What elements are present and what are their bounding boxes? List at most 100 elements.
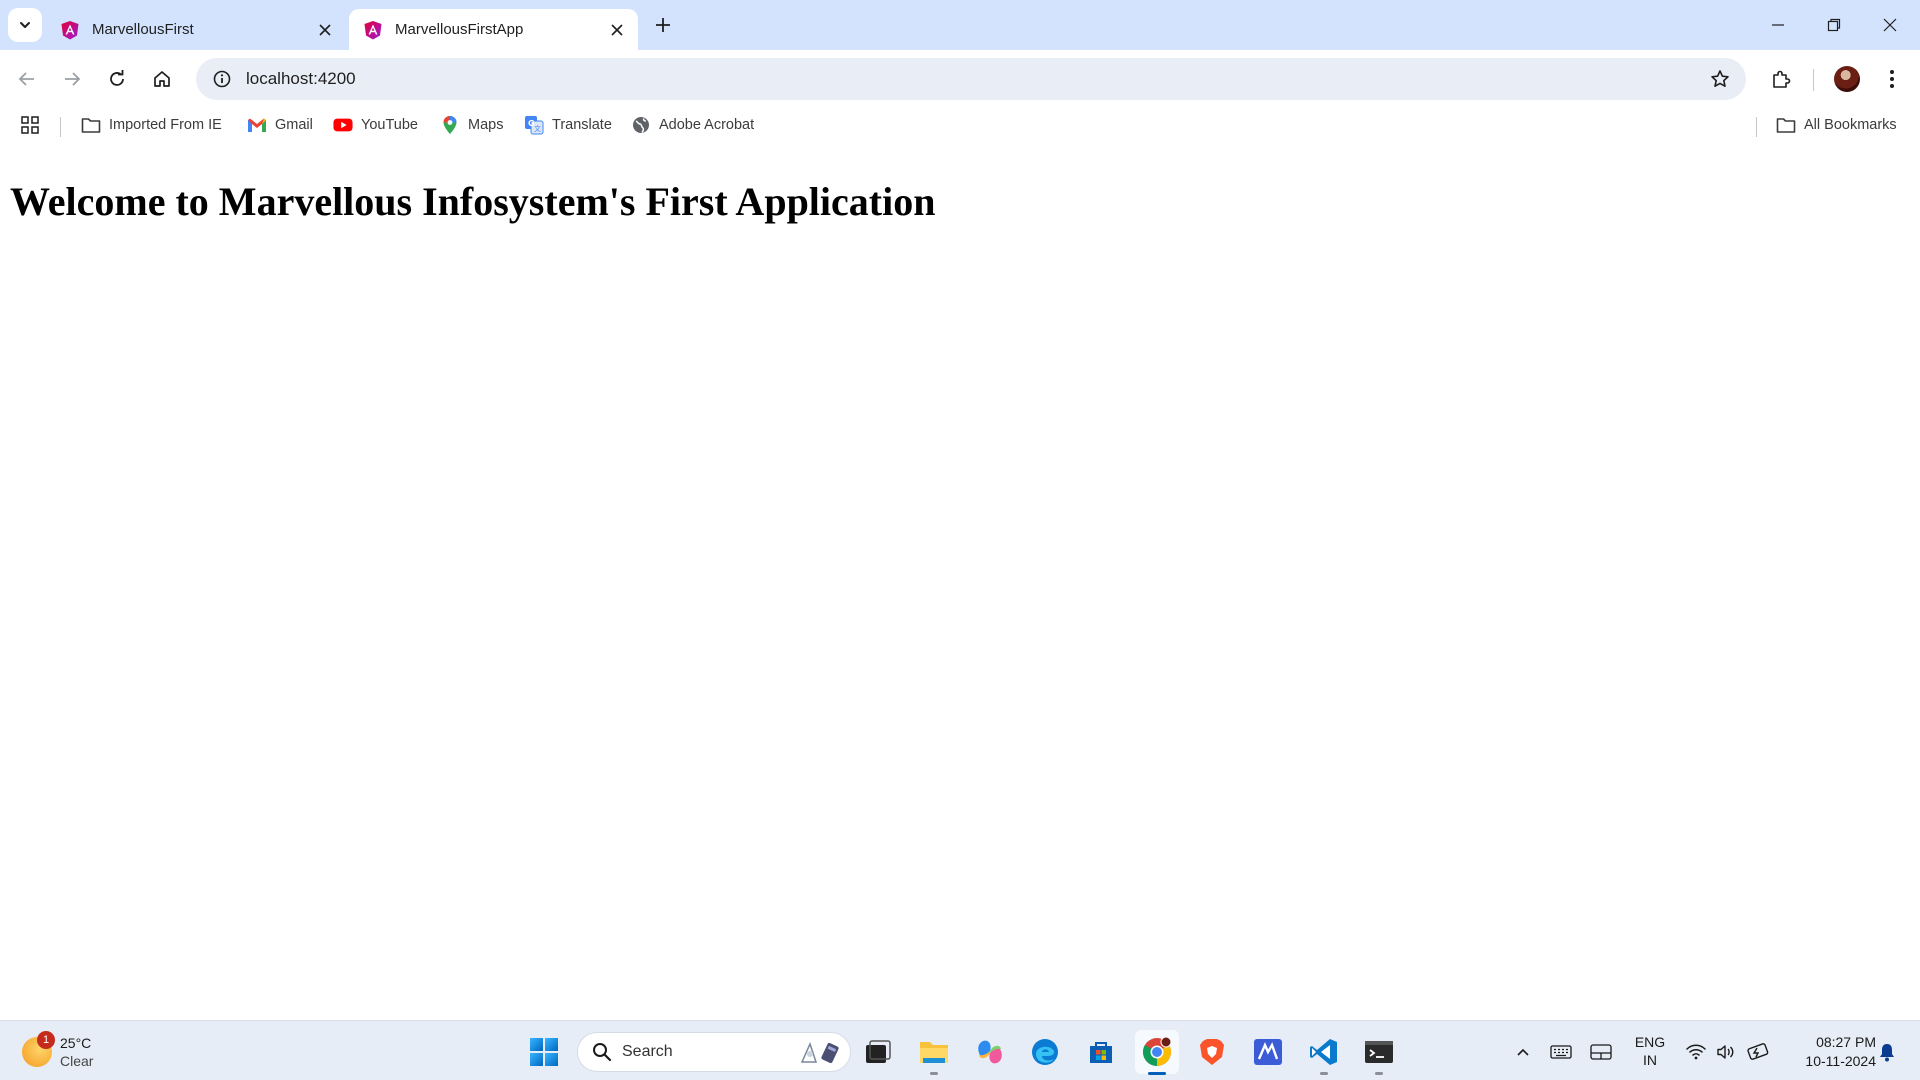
bell-icon xyxy=(1880,1044,1894,1062)
copilot-button[interactable] xyxy=(968,1030,1012,1074)
new-tab-button[interactable] xyxy=(648,10,678,40)
input-language-indicator[interactable]: ENG IN xyxy=(1620,1033,1680,1069)
clock[interactable]: 08:27 PM 10-11-2024 xyxy=(1776,1033,1876,1071)
windows-taskbar: 1 25°C Clear Search ENG IN 08:27 PM 10-1… xyxy=(0,1020,1920,1080)
touch-keyboard-button[interactable] xyxy=(1546,1035,1576,1069)
folder-icon xyxy=(920,1042,948,1063)
arrow-right-icon xyxy=(65,72,81,86)
battery-icon xyxy=(1747,1043,1769,1060)
bookmark-label: Imported From IE xyxy=(109,117,222,133)
brave-icon xyxy=(1200,1039,1224,1065)
forward-button[interactable] xyxy=(53,60,91,98)
tab-search-button[interactable] xyxy=(8,8,42,42)
task-view-icon xyxy=(866,1040,891,1063)
minimize-button[interactable] xyxy=(1750,0,1806,50)
vscode-button[interactable] xyxy=(1302,1030,1346,1075)
page-heading: Welcome to Marvellous Infosystem's First… xyxy=(10,179,936,224)
task-view-button[interactable] xyxy=(856,1030,900,1074)
notification-badge: 1 xyxy=(37,1031,55,1049)
language-code: ENG xyxy=(1634,1034,1666,1050)
puzzle-icon xyxy=(1773,70,1791,88)
terminal-button[interactable] xyxy=(1357,1030,1401,1075)
page-viewport: Welcome to Marvellous Infosystem's First… xyxy=(0,142,1920,1020)
all-bookmarks-label: All Bookmarks xyxy=(1804,117,1897,133)
plus-icon xyxy=(656,18,670,32)
tab-close-button[interactable] xyxy=(314,19,336,41)
all-bookmarks-button[interactable]: All Bookmarks xyxy=(1776,112,1897,138)
bookmark-maps[interactable]: Maps xyxy=(440,112,503,138)
app-icon xyxy=(1254,1039,1282,1065)
bookmark-label: YouTube xyxy=(361,117,418,133)
folder-icon xyxy=(1776,115,1796,135)
close-window-button[interactable] xyxy=(1862,0,1918,50)
close-icon xyxy=(1883,18,1897,32)
weather-moon-icon: 1 xyxy=(22,1031,55,1067)
close-icon xyxy=(319,23,331,36)
language-region: IN xyxy=(1643,1052,1657,1068)
chrome-icon xyxy=(1143,1036,1172,1066)
edge-icon xyxy=(1032,1039,1058,1065)
bookmark-youtube[interactable]: YouTube xyxy=(333,112,418,138)
profile-button[interactable] xyxy=(1828,60,1866,98)
bookmark-translate[interactable]: G 文 Translate xyxy=(524,112,612,138)
file-explorer-button[interactable] xyxy=(912,1030,956,1075)
home-button[interactable] xyxy=(143,60,181,98)
apps-button[interactable] xyxy=(20,112,40,138)
site-info-icon[interactable] xyxy=(208,65,236,93)
brave-button[interactable] xyxy=(1190,1030,1234,1074)
extensions-button[interactable] xyxy=(1762,60,1800,98)
bookmarks-bar: Imported From IE Gmail YouTube Maps G 文 … xyxy=(0,108,1920,142)
menu-button[interactable] xyxy=(1873,60,1911,98)
back-button[interactable] xyxy=(8,60,46,98)
tab-marvellousfirst[interactable]: MarvellousFirst xyxy=(46,9,346,50)
terminal-icon xyxy=(1365,1041,1393,1063)
tab-strip: MarvellousFirst MarvellousFirstApp xyxy=(0,0,1920,50)
bookmark-label: Gmail xyxy=(275,117,313,133)
store-icon xyxy=(1090,1042,1112,1063)
taskbar-search[interactable]: Search xyxy=(577,1032,851,1072)
vscode-icon xyxy=(1310,1039,1337,1065)
chevron-down-icon xyxy=(20,22,30,28)
running-indicator xyxy=(1320,1072,1328,1075)
restore-button[interactable] xyxy=(1806,0,1862,50)
tab-close-button[interactable] xyxy=(606,19,628,41)
apps-grid-icon xyxy=(21,116,39,134)
tab-title: MarvellousFirst xyxy=(92,21,194,38)
angular-icon xyxy=(61,20,79,39)
start-button[interactable] xyxy=(522,1030,566,1074)
reload-button[interactable] xyxy=(98,60,136,98)
clock-time: 08:27 PM xyxy=(1816,1034,1876,1050)
bookmark-adobe-acrobat[interactable]: Adobe Acrobat xyxy=(631,112,754,138)
gmail-icon xyxy=(247,115,267,135)
wifi-icon xyxy=(1686,1044,1706,1060)
translate-icon: G 文 xyxy=(524,115,544,135)
tab-marvellousfirstapp[interactable]: MarvellousFirstApp xyxy=(349,9,638,50)
chevron-up-icon xyxy=(1517,1048,1529,1056)
weather-temp: 25°C xyxy=(60,1035,92,1051)
volume-icon xyxy=(1717,1045,1734,1059)
edge-button[interactable] xyxy=(1023,1030,1067,1074)
bookmark-imported-from-ie[interactable]: Imported From IE xyxy=(81,112,222,138)
bookmark-label: Translate xyxy=(552,117,612,133)
notifications-button[interactable] xyxy=(1872,1035,1902,1069)
bookmarks-divider xyxy=(1756,117,1757,137)
address-bar[interactable]: localhost:4200 xyxy=(196,58,1746,100)
youtube-icon xyxy=(333,115,353,135)
weather-widget[interactable]: 1 25°C Clear xyxy=(22,1030,93,1074)
toolbar-divider xyxy=(1813,69,1814,91)
bookmark-gmail[interactable]: Gmail xyxy=(247,112,313,138)
minimize-icon xyxy=(1772,24,1784,26)
svg-text:文: 文 xyxy=(534,124,541,133)
home-icon xyxy=(154,71,170,87)
pen-menu-button[interactable] xyxy=(1586,1035,1616,1069)
url-text[interactable]: localhost:4200 xyxy=(246,69,1700,89)
quick-settings-button[interactable] xyxy=(1686,1035,1770,1069)
weather-condition: Clear xyxy=(60,1053,94,1069)
clock-date: 10-11-2024 xyxy=(1805,1053,1876,1069)
app-button[interactable] xyxy=(1246,1030,1290,1074)
bookmark-star-button[interactable] xyxy=(1700,59,1740,99)
show-hidden-icons-button[interactable] xyxy=(1508,1035,1538,1069)
microsoft-store-button[interactable] xyxy=(1079,1030,1123,1074)
bookmark-label: Adobe Acrobat xyxy=(659,117,755,133)
chrome-button[interactable] xyxy=(1135,1030,1179,1075)
